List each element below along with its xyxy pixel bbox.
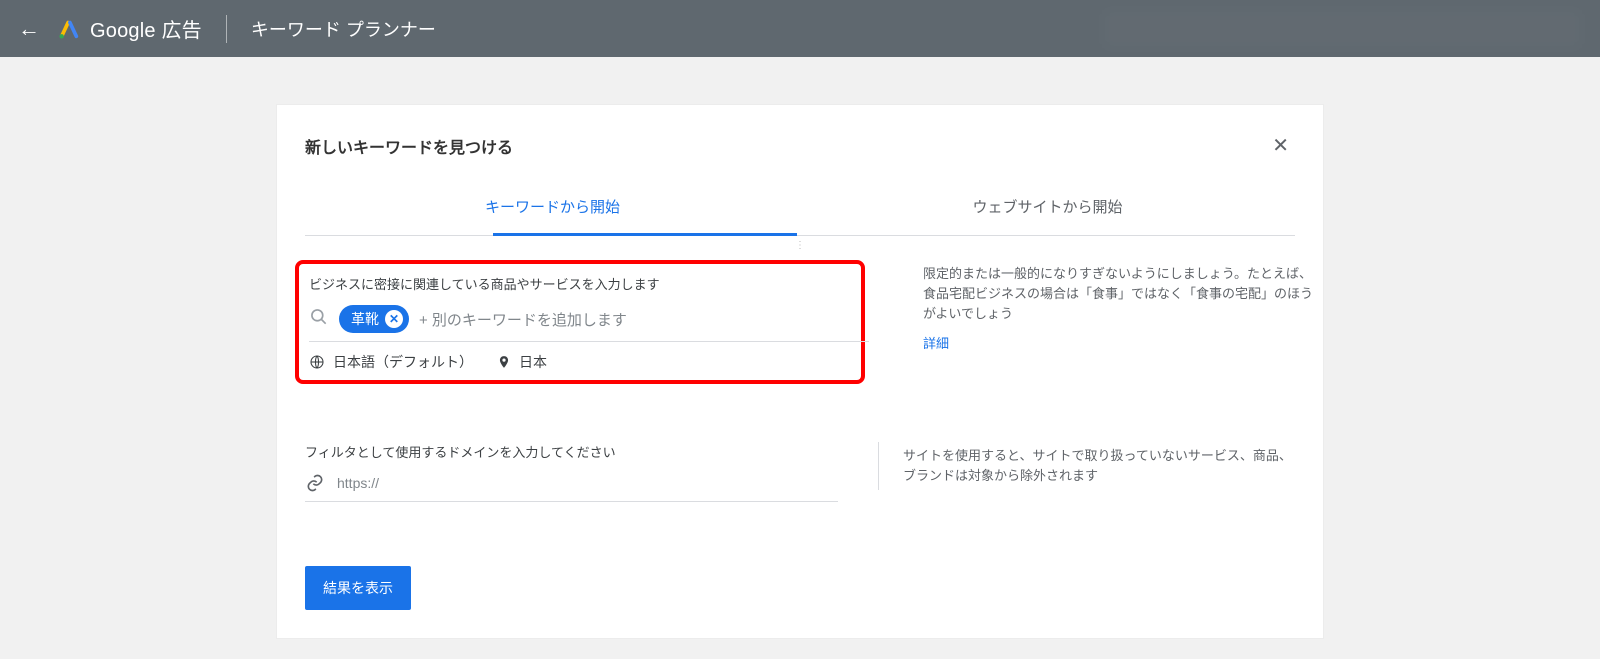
location-selector[interactable]: 日本 (519, 352, 547, 372)
tab-active-underline (493, 233, 797, 236)
keyword-add-placeholder[interactable]: + 別のキーワードを追加します (419, 309, 627, 330)
tab-start-with-keyword[interactable]: キーワードから開始 (305, 182, 800, 235)
show-results-button[interactable]: 結果を表示 (305, 566, 411, 610)
header-separator (226, 15, 227, 43)
close-icon[interactable]: ✕ (1272, 133, 1295, 158)
link-icon (305, 473, 325, 493)
domain-input[interactable]: https:// (305, 471, 838, 502)
card-title: 新しいキーワードを見つける (305, 134, 513, 158)
header-account-area-blurred (1102, 9, 1582, 49)
dotted-separator: ⋮ (305, 240, 1295, 254)
keyword-chip[interactable]: 革靴 ✕ (339, 305, 409, 333)
globe-icon (309, 354, 325, 370)
search-icon (309, 307, 329, 332)
domain-hint-text: サイトを使用すると、サイトで取り扱っていないサービス、商品、ブランドは対象から除… (903, 446, 1295, 486)
tool-title: キーワード プランナー (251, 16, 436, 42)
chip-remove-icon[interactable]: ✕ (385, 310, 403, 328)
app-header: ← Google 広告 キーワード プランナー (0, 0, 1600, 57)
keyword-chip-label: 革靴 (351, 309, 379, 329)
keyword-hint-details-link[interactable]: 詳細 (923, 334, 949, 354)
location-pin-icon (497, 354, 511, 370)
back-arrow-icon[interactable]: ← (18, 16, 40, 42)
tab-start-with-website[interactable]: ウェブサイトから開始 (800, 182, 1295, 235)
domain-field-label: フィルタとして使用するドメインを入力してください (305, 442, 838, 461)
language-selector[interactable]: 日本語（デフォルト） (333, 352, 473, 372)
keyword-field-label: ビジネスに密接に関連している商品やサービスを入力します (309, 274, 869, 293)
tabs: キーワードから開始 ウェブサイトから開始 (305, 182, 1295, 236)
google-ads-logo-icon (58, 18, 80, 40)
domain-placeholder: https:// (337, 475, 379, 491)
keyword-hint-text: 限定的または一般的になりすぎないようにしましょう。たとえば、食品宅配ビジネスの場… (923, 264, 1315, 324)
product-name: Google 広告 (90, 14, 202, 43)
keyword-input-highlight: ビジネスに密接に関連している商品やサービスを入力します 革靴 ✕ + 別のキーワ… (295, 260, 865, 384)
keyword-input[interactable]: 革靴 ✕ + 別のキーワードを追加します (309, 305, 869, 342)
main-card: 新しいキーワードを見つける ✕ キーワードから開始 ウェブサイトから開始 ⋮ ビ… (277, 105, 1323, 638)
